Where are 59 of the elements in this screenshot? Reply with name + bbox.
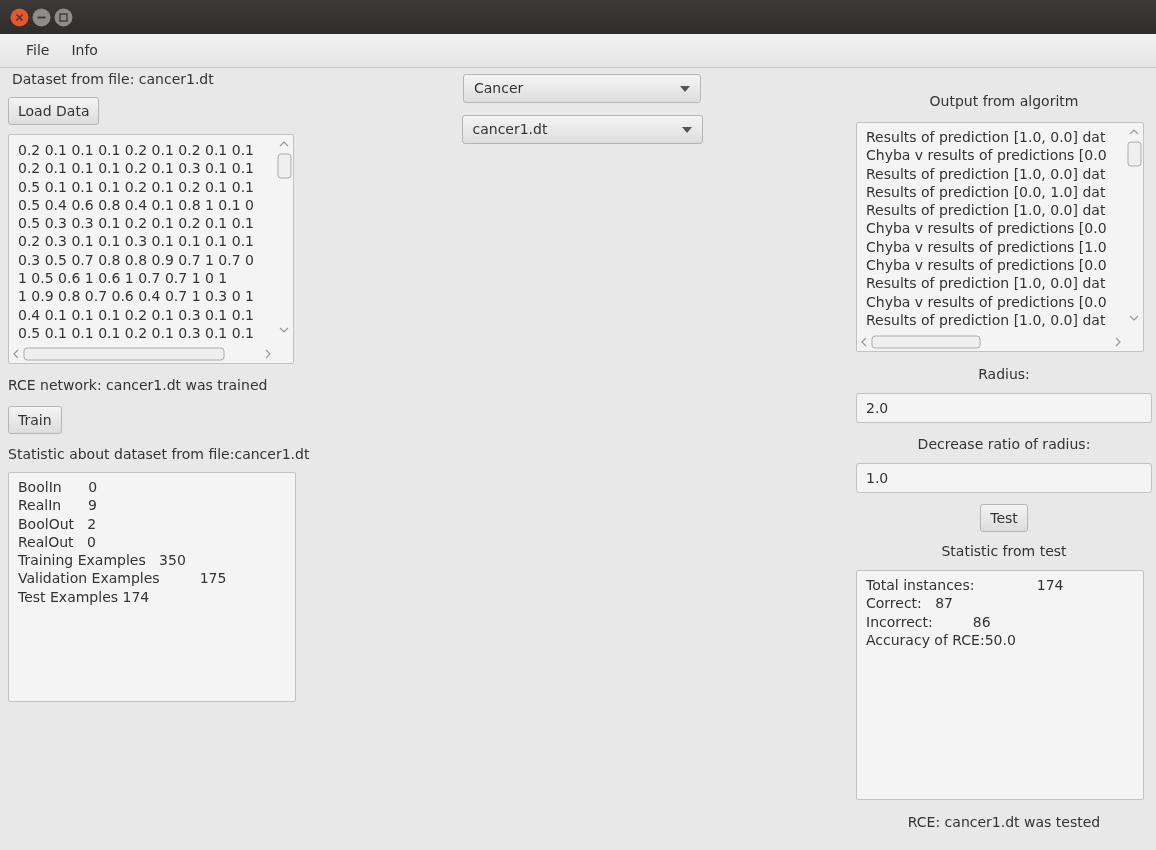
data-row-text: 1 0.9 0.8 0.7 0.6 0.4 0.7 1 0.3 0 1 [18,287,255,306]
data-row-text: 1 0.5 0.6 1 0.6 1 0.7 0.7 1 0 1 [18,269,229,288]
minimize-icon[interactable] [32,7,51,27]
radius-field[interactable]: 2.0 [856,393,1152,423]
stats-text-area[interactable]: BoolIn 0 RealIn 9 BoolOut 2 RealOut 0 Training Examples 350 Validation Examples 175 Test Examples 174 [8,472,296,702]
data-row-text: 0.2 0.1 0.1 0.1 0.2 0.1 0.2 0.1 0.1 [18,141,255,160]
stats-line: BoolOut 2 [18,514,98,533]
data-row-text: 0.4 0.1 0.1 0.1 0.2 0.1 0.3 0.1 0.1 [18,305,255,324]
output-row-text: Results of prediction [1.0, 0.0] dat [866,274,1107,293]
test-stats-line: Correct: 87 [866,594,954,613]
output-row-text: Chyba v results of predictions [1.0 [866,237,1108,257]
data-row-text: 0.5 0.4 0.6 0.8 0.4 0.1 0.8 1 0.1 0 [18,195,255,215]
output-text-area[interactable] [856,122,1144,352]
test-button[interactable]: Test [980,504,1028,532]
data-text-area[interactable] [8,134,294,364]
stats-line: BoolIn 0 [18,478,99,497]
radius-label: Radius: [977,365,1031,384]
stats-line: RealIn 9 [18,496,98,515]
data-row-text: 0.5 0.1 0.1 0.1 0.2 0.1 0.3 0.1 0.1 [18,323,255,343]
menu-item[interactable]: File [18,38,58,63]
test-status: RCE: cancer1.dt was tested [906,813,1102,832]
data-row-text: 0.5 0.1 0.1 0.1 0.2 0.1 0.2 0.1 0.1 [18,177,255,196]
menu-item[interactable]: Info [63,38,106,63]
stats-label: Statistic about dataset from file:cancer1.dt [8,445,308,464]
output-row-text: Chyba v results of predictions [0.0 [866,256,1108,275]
data-row-text: 0.2 0.3 0.1 0.1 0.3 0.1 0.1 0.1 0.1 [18,232,255,251]
test-stats-line: Incorrect: 86 [866,612,992,631]
output-row-text: Results of prediction [1.0, 0.0] dat [866,128,1107,147]
dataset-label: Dataset from file: cancer1.dt [12,70,215,89]
train-status: RCE network: cancer1.dt was trained [8,376,269,395]
stats-line: Test Examples 174 [18,587,151,607]
stats-line: Training Examples 350 [18,551,187,570]
dropdown[interactable]: cancer1.dt [461,115,703,144]
train-button[interactable]: Train [8,406,62,434]
output-row-text: Results of prediction [1.0, 0.0] dat [866,201,1107,220]
output-row-text: Chyba v results of predictions [0.0 [866,219,1108,238]
output-row-text: Results of prediction [1.0, 0.0] dat [866,164,1107,183]
stats-line: Validation Examples 175 [18,569,228,588]
output-row-text: Results of prediction [0.0, 1.0] dat [866,182,1107,202]
output-label: Output from algoritm [928,92,1080,111]
maximize-icon[interactable] [54,7,73,27]
caret-icon [681,126,692,133]
dropdown[interactable]: Cancer [463,74,701,103]
output-row-text: Chyba v results of predictions [0.0 [866,146,1108,165]
test-stats-text-area[interactable]: Total instances: 174 Correct: 87 Incorrect: 86 Accuracy of RCE:50.0 [856,570,1144,800]
test-stats-line: Accuracy of RCE:50.0 [866,630,1017,650]
caret-icon [680,85,690,92]
close-icon[interactable] [10,7,29,27]
test-stats-line: Total instances: 174 [866,576,1065,595]
load-data-button[interactable]: Load Data [8,97,100,125]
decrease-ratio-label: Decrease ratio of radius: [916,435,1092,454]
stats-line: RealOut 0 [18,532,97,552]
data-row-text: 0.2 0.1 0.1 0.1 0.2 0.1 0.3 0.1 0.1 [18,159,255,178]
output-row-text: Chyba v results of predictions [0.0 [866,292,1108,311]
output-row-text: Results of prediction [1.0, 0.0] dat [866,310,1107,330]
data-row-text: 0.5 0.3 0.3 0.1 0.2 0.1 0.2 0.1 0.1 [18,214,255,233]
data-row-text: 0.3 0.5 0.7 0.8 0.8 0.9 0.7 1 0.7 0 [18,250,255,270]
test-stats-label: Statistic from test [940,542,1068,561]
decrease-ratio-field[interactable]: 1.0 [856,463,1152,493]
